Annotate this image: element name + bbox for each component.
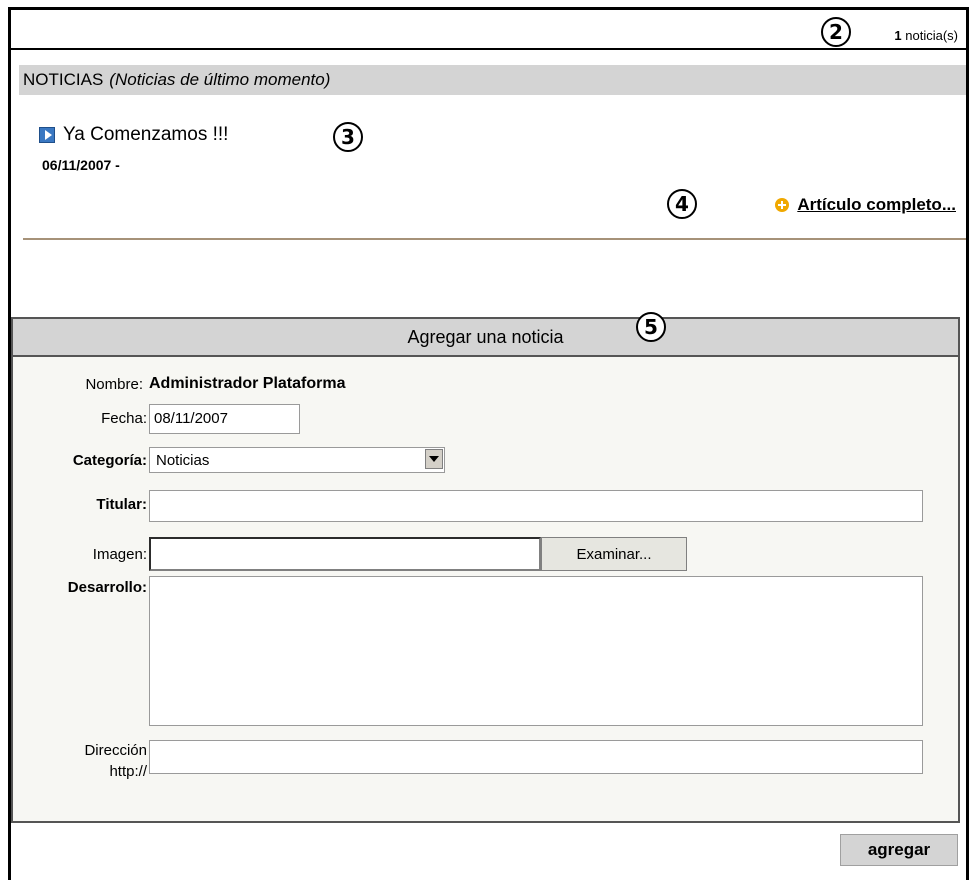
direccion-label-text: Dirección <box>84 742 147 759</box>
page-frame: 2 1 noticia(s) NOTICIAS (Noticias de últ… <box>8 7 969 880</box>
news-section-header: NOTICIAS (Noticias de último momento) <box>19 65 966 95</box>
callout-3: 3 <box>333 122 363 152</box>
news-item-date: 06/11/2007 - <box>42 157 120 173</box>
direccion-label: Dirección http:// <box>13 740 147 782</box>
read-more-label[interactable]: Artículo completo... <box>797 195 956 215</box>
desarrollo-label-text: Desarrollo <box>67 579 142 596</box>
nombre-label: Nombre: <box>85 376 143 393</box>
imagen-file-input[interactable] <box>149 537 541 571</box>
callout-5: 5 <box>636 312 666 342</box>
section-subtitle: (Noticias de último momento) <box>109 70 331 89</box>
browse-button[interactable]: Examinar... <box>541 537 687 571</box>
read-more-link[interactable]: Artículo completo... <box>775 195 956 215</box>
titular-label: Titular: <box>96 496 147 513</box>
submit-button[interactable]: agregar <box>840 834 958 866</box>
direccion-label-protocol: http:// <box>109 763 147 780</box>
section-title: NOTICIAS <box>23 70 104 89</box>
imagen-label: Imagen: <box>92 546 147 563</box>
desarrollo-textarea[interactable] <box>149 576 923 726</box>
form-title: Agregar una noticia <box>13 319 958 357</box>
plus-circle-icon <box>775 198 790 212</box>
add-news-form: Agregar una noticia Nombre: Administrado… <box>11 317 960 823</box>
play-arrow-icon <box>39 127 55 143</box>
categoria-label-text: Categoría <box>72 452 142 469</box>
fecha-input[interactable]: 08/11/2007 <box>149 404 300 434</box>
top-divider <box>11 48 966 50</box>
titular-input[interactable] <box>149 490 923 522</box>
news-item-title[interactable]: Ya Comenzamos !!! <box>39 124 228 146</box>
categoria-selected: Noticias <box>156 451 210 469</box>
callout-4: 4 <box>667 189 697 219</box>
categoria-select[interactable]: Noticias <box>149 447 445 473</box>
callout-2: 2 <box>821 17 851 47</box>
news-count-suffix: noticia(s) <box>905 28 958 43</box>
news-count: 1 noticia(s) <box>894 28 958 43</box>
chevron-down-icon[interactable] <box>425 449 443 469</box>
desarrollo-label: Desarrollo: <box>67 579 147 596</box>
direccion-input[interactable] <box>149 740 923 774</box>
titular-label-text: Titular <box>96 496 142 513</box>
categoria-label: Categoría: <box>72 452 147 469</box>
news-title-text[interactable]: Ya Comenzamos !!! <box>63 124 228 146</box>
news-divider <box>23 238 966 240</box>
nombre-value: Administrador Plataforma <box>149 375 346 392</box>
news-count-number: 1 <box>894 28 902 43</box>
fecha-label: Fecha: <box>101 410 147 427</box>
